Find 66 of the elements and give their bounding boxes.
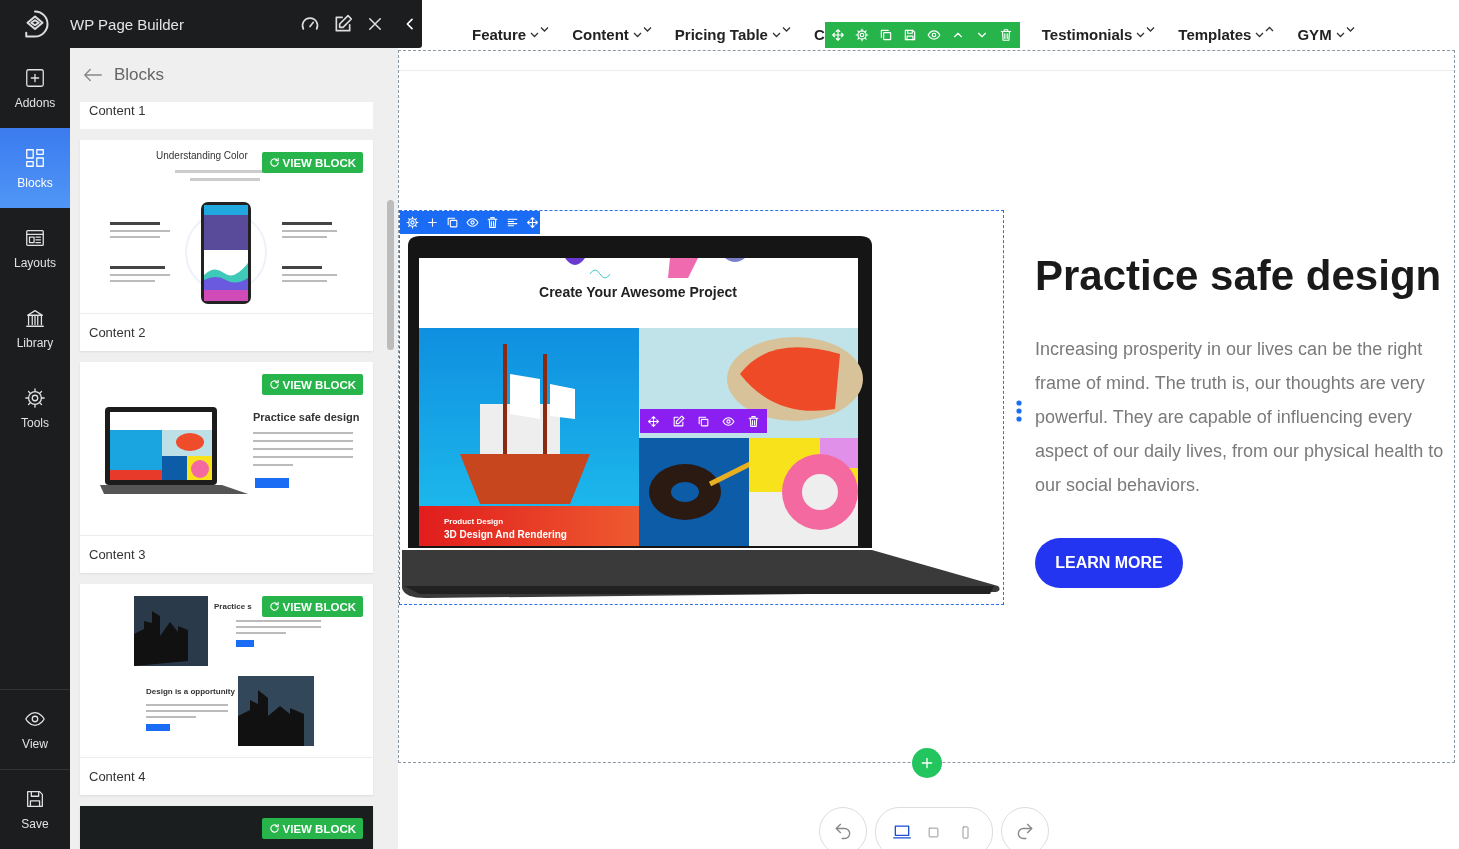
screen-subtitle: 3D Design And Rendering bbox=[444, 529, 567, 540]
hero-paragraph: Increasing prosperity in our lives can be the right frame of mind. The truth is, our thoughts are very powerful. They are capable of influencing every aspect of our daily lives, from our physical health to our social behaviors. bbox=[1035, 338, 1445, 497]
refresh-icon bbox=[268, 601, 280, 612]
block-name: Content 1 bbox=[80, 102, 373, 129]
eye-icon[interactable] bbox=[466, 216, 479, 229]
panel-title: WP Page Builder bbox=[70, 15, 184, 33]
learn-more-button[interactable]: LEARN MORE bbox=[1035, 538, 1183, 588]
refresh-icon bbox=[268, 379, 280, 390]
scrollbar[interactable] bbox=[387, 200, 394, 350]
save-icon[interactable] bbox=[902, 28, 917, 42]
copy-icon[interactable] bbox=[697, 414, 710, 428]
resize-handle-icon[interactable] bbox=[1016, 400, 1022, 422]
block-name: Content 2 bbox=[88, 324, 147, 342]
nav-link[interactable]: C bbox=[813, 26, 825, 44]
trash-icon[interactable] bbox=[486, 216, 499, 229]
double-chevron-icon[interactable] bbox=[771, 26, 792, 40]
screen-heading: Create Your Awesome Project bbox=[539, 284, 737, 300]
align-icon[interactable] bbox=[506, 216, 519, 229]
double-chevron-icon[interactable] bbox=[530, 26, 551, 40]
preview-heading: Practice safe design bbox=[253, 411, 360, 423]
sidebar-item[interactable]: Layouts bbox=[0, 208, 70, 288]
double-chevron-icon[interactable] bbox=[632, 26, 653, 40]
move-icon[interactable] bbox=[647, 414, 660, 428]
preview-heading: Practice s bbox=[214, 602, 252, 611]
sidebar-item[interactable]: Library bbox=[0, 288, 70, 368]
nav-link[interactable]: Pricing Table bbox=[674, 26, 768, 44]
nav-link[interactable]: Content bbox=[572, 26, 629, 44]
double-chevron-icon[interactable] bbox=[1255, 26, 1276, 40]
double-chevron-icon[interactable] bbox=[1335, 26, 1356, 40]
move-icon[interactable] bbox=[830, 28, 845, 42]
refresh-icon bbox=[268, 823, 280, 834]
panel-heading: Blocks bbox=[114, 65, 165, 85]
plus-icon bbox=[919, 755, 935, 771]
screen-caption: Product Design bbox=[444, 517, 504, 526]
nav-link[interactable]: GYM bbox=[1297, 26, 1332, 44]
trash-icon[interactable] bbox=[998, 28, 1013, 42]
sidebar-item[interactable]: Tools bbox=[0, 368, 70, 448]
nav-link[interactable]: Feature bbox=[472, 26, 527, 44]
hero-heading: Practice safe design bbox=[1035, 251, 1443, 301]
close-icon[interactable] bbox=[366, 15, 384, 33]
settings-icon[interactable] bbox=[406, 216, 419, 229]
plus-icon[interactable] bbox=[426, 216, 439, 229]
double-chevron-icon[interactable] bbox=[1136, 26, 1157, 40]
add-box-icon bbox=[24, 66, 46, 89]
edit-icon[interactable] bbox=[672, 414, 685, 428]
eye-icon[interactable] bbox=[722, 414, 735, 428]
block-name: Content 4 bbox=[88, 768, 147, 786]
sidebar-item[interactable]: Addons bbox=[0, 48, 70, 128]
nav-link[interactable]: Testimonials bbox=[1041, 26, 1133, 44]
settings-icon bbox=[24, 386, 46, 409]
eye-icon[interactable] bbox=[926, 28, 941, 42]
block-name: Content 3 bbox=[88, 546, 147, 564]
settings-icon[interactable] bbox=[854, 28, 869, 42]
trash-icon[interactable] bbox=[747, 414, 760, 428]
move-icon[interactable] bbox=[526, 216, 539, 229]
collapse-panel-button[interactable] bbox=[398, 0, 422, 48]
copy-icon[interactable] bbox=[878, 28, 893, 42]
tablet-icon bbox=[926, 824, 941, 840]
nav-link[interactable]: Templates bbox=[1178, 26, 1252, 44]
preview-heading: Design is a opportunity bbox=[146, 687, 235, 696]
refresh-icon bbox=[268, 157, 280, 168]
save-icon bbox=[24, 788, 46, 810]
blocks-icon bbox=[24, 146, 46, 169]
edit-icon[interactable] bbox=[333, 14, 353, 34]
preview-heading: Understanding Color bbox=[156, 150, 248, 161]
copy-icon[interactable] bbox=[446, 216, 459, 229]
